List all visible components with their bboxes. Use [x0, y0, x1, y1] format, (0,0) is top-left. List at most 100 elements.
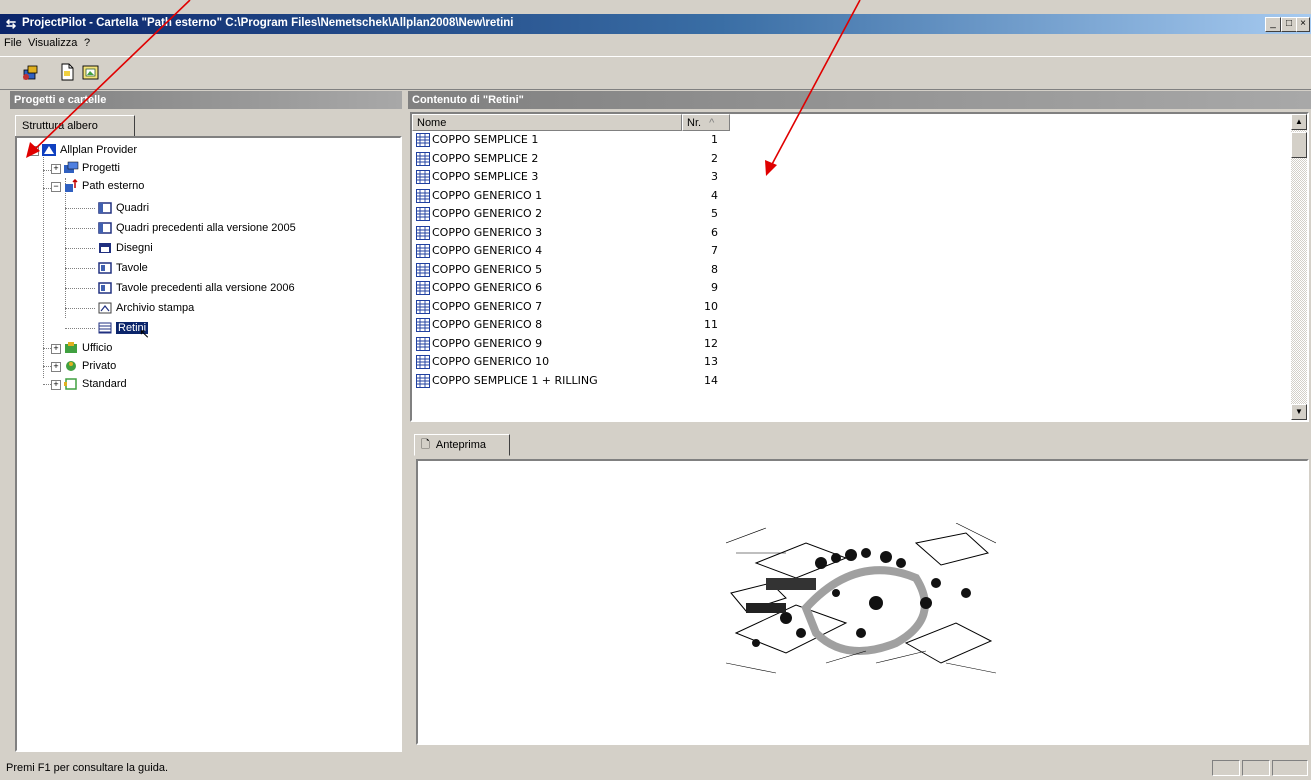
- tree-item-archivio-stampa[interactable]: Archivio stampa: [97, 300, 194, 316]
- tree-label: Allplan Provider: [60, 144, 138, 156]
- list-row[interactable]: COPPO GENERICO 2 5: [412, 205, 732, 224]
- expand-ufficio-toggle[interactable]: +: [51, 344, 61, 354]
- list-row[interactable]: COPPO SEMPLICE 2 2: [412, 150, 732, 169]
- tree-item-allplan-provider[interactable]: Allplan Provider: [41, 142, 137, 158]
- tree-label: Tavole precedenti alla versione 2006: [116, 282, 295, 294]
- tree-label: Tavole: [116, 262, 148, 274]
- menu-visualizza[interactable]: Visualizza: [28, 37, 77, 49]
- tree-item-standard[interactable]: Standard: [63, 376, 127, 392]
- tree-item-path-esterno[interactable]: Path esterno: [63, 178, 144, 194]
- row-name: COPPO GENERICO 2: [432, 207, 543, 220]
- window-title: ProjectPilot - Cartella "Path esterno" C…: [22, 17, 514, 29]
- tab-preview[interactable]: 🗋 Anteprima: [414, 434, 510, 456]
- content-list[interactable]: Nome Nr. ^ COPPO SEMPLICE 1 1 COPPO SEMPLIC…: [410, 112, 1309, 422]
- tree-item-progetti[interactable]: Progetti: [63, 160, 120, 176]
- hatch-pattern-icon: [416, 207, 430, 221]
- left-panel: Struttura albero − Allplan Provider + Pr…: [10, 110, 402, 754]
- row-number: 7: [711, 244, 718, 257]
- tree-label: Disegni: [116, 242, 153, 254]
- list-row[interactable]: COPPO GENERICO 6 9: [412, 279, 732, 298]
- tree-item-tavole-precedenti[interactable]: Tavole precedenti alla versione 2006: [97, 280, 295, 296]
- tree-item-privato[interactable]: Privato: [63, 358, 116, 374]
- print-archive-icon: [98, 302, 112, 314]
- hatch-pattern-icon: [416, 188, 430, 203]
- tree-item-quadri[interactable]: Quadri: [97, 200, 149, 216]
- tree-label: Standard: [82, 378, 127, 390]
- row-number: 5: [711, 207, 718, 220]
- tree-item-disegni[interactable]: Disegni: [97, 240, 153, 256]
- minimize-button[interactable]: _: [1265, 17, 1281, 32]
- list-row[interactable]: COPPO SEMPLICE 1 1: [412, 131, 732, 150]
- scroll-up-button[interactable]: ▲: [1291, 114, 1307, 130]
- projects-folder-icon: [64, 161, 79, 174]
- list-rows: COPPO SEMPLICE 1 1 COPPO SEMPLICE 2 2 COPPO …: [412, 131, 1291, 420]
- row-number: 11: [704, 318, 718, 331]
- list-row[interactable]: COPPO SEMPLICE 3 3: [412, 168, 732, 187]
- column-header-name[interactable]: Nome: [412, 114, 682, 131]
- tree-label: Ufficio: [82, 342, 113, 354]
- list-row[interactable]: COPPO GENERICO 4 7: [412, 242, 732, 261]
- maximize-button[interactable]: □: [1281, 17, 1297, 32]
- tab-tree-structure[interactable]: Struttura albero: [15, 115, 135, 137]
- tree-item-tavole[interactable]: Tavole: [97, 260, 148, 276]
- tree-item-retini[interactable]: Retini ↖: [97, 320, 150, 341]
- drawing-icon: [99, 243, 111, 254]
- tree-item-quadri-precedenti[interactable]: Quadri precedenti alla versione 2005: [97, 220, 296, 236]
- scroll-thumb[interactable]: [1291, 132, 1307, 158]
- tree-item-ufficio[interactable]: Ufficio: [63, 340, 112, 356]
- scroll-down-button[interactable]: ▼: [1291, 404, 1307, 420]
- expand-standard-toggle[interactable]: +: [51, 380, 61, 390]
- column-header-nr[interactable]: Nr. ^: [682, 114, 730, 131]
- row-number: 10: [704, 299, 718, 313]
- hatch-pattern-icon: [416, 373, 430, 388]
- list-row[interactable]: COPPO GENERICO 9 12: [412, 335, 732, 354]
- tree-view[interactable]: − Allplan Provider + Progetti − Path est…: [15, 136, 402, 752]
- row-name: COPPO SEMPLICE 1 + RILLING: [432, 373, 598, 387]
- office-icon: [65, 342, 77, 354]
- new-document-button[interactable]: [56, 61, 78, 83]
- row-name: COPPO GENERICO 8: [432, 318, 543, 331]
- row-number: 9: [711, 281, 718, 294]
- external-path-icon: [65, 179, 78, 193]
- list-row[interactable]: COPPO SEMPLICE 1 + RILLING 14: [412, 372, 732, 391]
- close-button[interactable]: ×: [1296, 17, 1310, 32]
- app-icon: ⇆: [6, 17, 17, 31]
- expand-privato-toggle[interactable]: +: [51, 362, 61, 372]
- status-text: Premi F1 per consultare la guida.: [6, 762, 169, 774]
- status-panel-2: [1242, 760, 1270, 776]
- left-panel-header: Progetti e cartelle: [10, 91, 402, 109]
- status-panel-1: [1212, 760, 1240, 776]
- layout-icon: [98, 282, 112, 294]
- mouse-cursor-icon: ↖: [139, 326, 150, 341]
- list-row[interactable]: COPPO GENERICO 5 8: [412, 261, 732, 280]
- row-name: COPPO GENERICO 6: [432, 281, 543, 294]
- menu-file[interactable]: File: [4, 37, 22, 49]
- collapse-path-esterno-toggle[interactable]: −: [51, 182, 61, 192]
- projects-icon: [23, 65, 38, 80]
- preview-city-illustration: [726, 523, 996, 675]
- list-row[interactable]: COPPO GENERICO 8 11: [412, 316, 732, 335]
- row-name: COPPO SEMPLICE 1: [432, 133, 539, 146]
- row-number: 1: [711, 133, 718, 146]
- list-row[interactable]: COPPO GENERICO 1 4: [412, 187, 732, 206]
- list-row[interactable]: COPPO GENERICO 3 6: [412, 224, 732, 243]
- list-row[interactable]: COPPO GENERICO 7 10: [412, 298, 732, 317]
- menu-help[interactable]: ?: [84, 37, 90, 49]
- projects-button[interactable]: [20, 61, 42, 83]
- folder-button[interactable]: [80, 61, 102, 83]
- row-name: COPPO SEMPLICE 3: [432, 170, 539, 183]
- collapse-root-toggle[interactable]: −: [29, 146, 39, 156]
- frame-icon: [98, 222, 112, 234]
- vertical-scrollbar[interactable]: ▲ ▼: [1291, 114, 1307, 420]
- right-panel-header: Contenuto di "Retini": [408, 91, 1311, 109]
- hatch-pattern-icon: [416, 299, 430, 314]
- hatch-pattern-icon: [416, 225, 430, 240]
- hatch-pattern-icon: [416, 151, 430, 166]
- hatch-pattern-icon: [416, 281, 430, 295]
- title-bar[interactable]: ⇆ ProjectPilot - Cartella "Path esterno"…: [0, 14, 1311, 34]
- expand-progetti-toggle[interactable]: +: [51, 164, 61, 174]
- tree-label: Progetti: [82, 162, 120, 174]
- tree-label: Quadri precedenti alla versione 2005: [116, 222, 296, 234]
- row-number: 12: [704, 336, 718, 350]
- list-row[interactable]: COPPO GENERICO 10 13: [412, 353, 732, 372]
